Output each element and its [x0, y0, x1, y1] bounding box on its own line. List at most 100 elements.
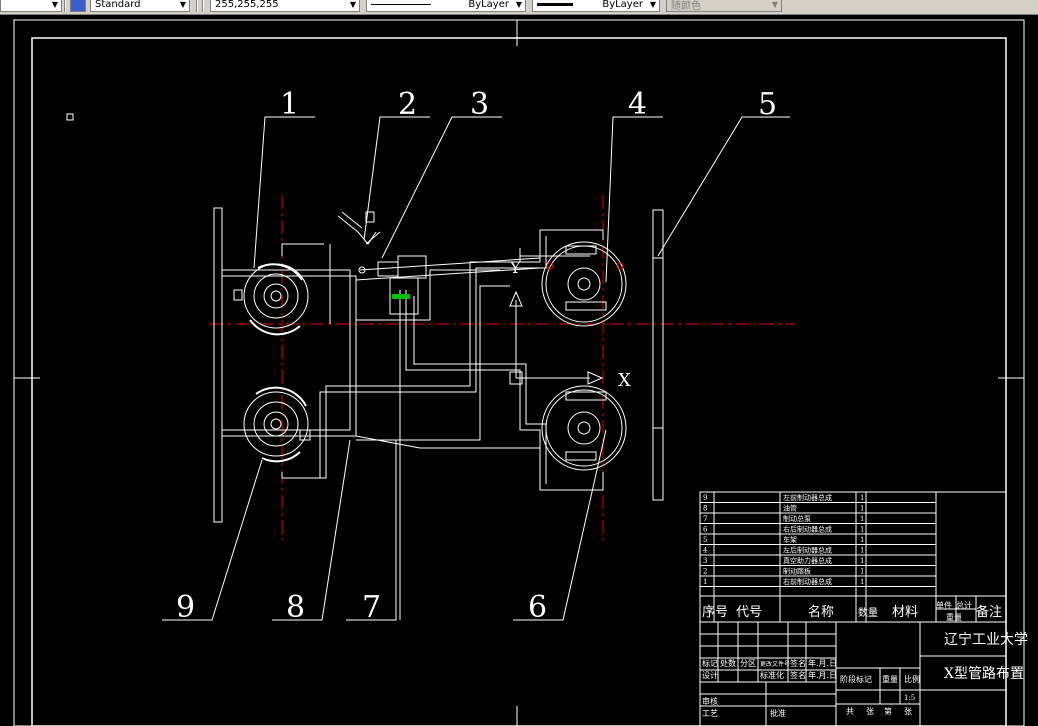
ucs-marker	[66, 113, 74, 121]
linetype-sample	[371, 3, 431, 5]
label-6: 6	[528, 590, 547, 625]
label-4: 4	[628, 87, 647, 122]
axis-y-label: Y	[509, 258, 521, 277]
page-label: 第	[884, 706, 892, 716]
bom-row-no: 3	[703, 557, 707, 565]
label-5: 5	[758, 87, 777, 122]
brake-drum-rear-left	[541, 241, 627, 327]
bom-row-name: 真空助力器总成	[783, 556, 832, 565]
bom-header-qty: 数量	[858, 606, 878, 619]
bom-header-material: 材料	[892, 605, 918, 620]
lineweight-sample	[537, 2, 573, 6]
axis-x-label: X	[618, 370, 631, 391]
label-9: 9	[176, 590, 195, 625]
layer-dropdown[interactable]: ▼	[0, 0, 62, 12]
brake-drum-rear-right	[541, 385, 627, 471]
bom-row-name: 右后制动器总成	[783, 525, 832, 534]
weight-label: 重量	[882, 674, 898, 684]
plot-style-value: 随颜色	[671, 0, 701, 12]
text-style-icon[interactable]	[70, 0, 86, 12]
drawing-canvas[interactable]: Y X 1 2 3 4 5 6 7 8 9 9 左前制动器总成 1 8 油管 1 7 制动总泵…	[0, 15, 1038, 726]
school-name: 辽宁工业大学	[944, 631, 1028, 648]
bom-row-qty: 1	[860, 557, 864, 565]
craft-label: 工艺	[702, 709, 718, 718]
linetype-dropdown[interactable]: ByLayer ▼	[366, 0, 526, 12]
bom-row-qty: 1	[860, 568, 864, 576]
chevron-down-icon[interactable]: ▼	[347, 0, 359, 9]
bom-row-qty: 1	[860, 578, 864, 586]
bom-row-name: 车架	[783, 535, 797, 544]
std-sign-label: 签名	[790, 670, 806, 680]
bom-row-no: 8	[703, 505, 707, 513]
bom-row-no: 4	[703, 547, 708, 555]
scale-label: 比例	[904, 674, 920, 684]
bom-header-code: 代号	[736, 605, 762, 620]
label-2: 2	[398, 87, 417, 122]
text-style-dropdown[interactable]: Standard ▼	[90, 0, 190, 12]
design-label: 设计	[702, 670, 718, 680]
sheet-label-1: 张	[866, 707, 874, 716]
bom-row-name: 制动踏板	[783, 567, 811, 576]
bom-row-no: 2	[703, 568, 707, 576]
bom-header-name: 名称	[808, 604, 834, 620]
chevron-down-icon[interactable]: ▼	[647, 0, 659, 9]
rev-file: 更改文件号	[760, 660, 790, 668]
bom-row-no: 7	[703, 515, 707, 523]
bill-of-materials: 9 左前制动器总成 1 8 油管 1 7 制动总泵 1 6 右后制动器总成 1 5 车架 1 4 左后制动器总成…	[699, 491, 1007, 623]
plot-style-dropdown[interactable]: 随颜色 ▼	[666, 0, 782, 12]
brake-drum-front-right	[243, 386, 311, 463]
bom-row-qty: 1	[860, 536, 864, 544]
bom-row-no: 5	[703, 536, 707, 544]
sheet-label-2: 张	[904, 707, 912, 716]
bom-row-qty: 1	[860, 526, 864, 534]
label-1: 1	[280, 87, 299, 122]
rev-count: 处数	[720, 658, 736, 668]
approve-label: 批准	[770, 708, 786, 718]
bom-row-name: 制动总泵	[783, 514, 811, 523]
label-8: 8	[286, 590, 305, 625]
text-style-value: Standard	[95, 0, 141, 10]
lineweight-value: ByLayer	[602, 0, 643, 10]
total-label: 共	[846, 707, 854, 716]
chevron-down-icon[interactable]: ▼	[177, 0, 189, 9]
bom-row-name: 左后制动器总成	[783, 546, 832, 555]
bom-header-remark: 备注	[976, 604, 1002, 620]
brake-pedal	[337, 211, 381, 245]
centerlines	[210, 195, 795, 540]
chevron-down-icon[interactable]: ▼	[769, 0, 781, 9]
rear-axle	[652, 209, 664, 501]
part-labels: 1 2 3 4 5 6 7 8 9	[176, 87, 777, 625]
bom-header-weight: 重量	[946, 612, 962, 622]
bom-row-name: 右前制动器总成	[783, 577, 832, 586]
front-axle	[213, 207, 223, 523]
bom-row-qty: 1	[860, 494, 864, 502]
stage-mark-label: 阶段标记	[840, 674, 872, 684]
linetype-value: ByLayer	[468, 0, 509, 10]
bom-header-single: 单件	[936, 600, 952, 610]
color-dropdown[interactable]: 255,255,255 ▼	[210, 0, 360, 12]
bom-row-qty: 1	[860, 505, 864, 513]
label-3: 3	[470, 87, 489, 122]
drawing-title: X型管路布置	[944, 666, 1024, 682]
title-block: 辽宁工业大学 X型管路布置 1:5 阶段标记 重量 比例 标记 处数 分区 更改…	[699, 621, 1028, 726]
bom-row-no: 9	[703, 494, 707, 502]
color-value: 255,255,255	[215, 0, 279, 10]
bom-row-no: 1	[703, 578, 707, 586]
label-7: 7	[362, 590, 381, 625]
rev-sign: 签名	[790, 658, 806, 668]
lineweight-dropdown[interactable]: ByLayer ▼	[532, 0, 660, 12]
properties-toolbar: ▼ Standard ▼ 255,255,255 ▼ ByLayer ▼ ByLaye…	[0, 0, 1038, 15]
review-label: 审核	[702, 696, 718, 706]
bom-row-name: 油管	[783, 504, 797, 513]
vacuum-booster	[358, 255, 427, 315]
drawing-scale: 1:5	[904, 694, 915, 702]
bom-row-qty: 1	[860, 515, 864, 523]
bom-header-total: 总计	[956, 600, 972, 610]
rev-mark: 标记	[702, 658, 718, 668]
rev-date: 年.月.日	[808, 658, 837, 668]
chevron-down-icon[interactable]: ▼	[49, 0, 61, 9]
bom-row-qty: 1	[860, 547, 864, 555]
std-date-label: 年.月.日	[808, 670, 837, 680]
bom-row-name: 左前制动器总成	[783, 493, 832, 502]
chevron-down-icon[interactable]: ▼	[513, 0, 525, 9]
